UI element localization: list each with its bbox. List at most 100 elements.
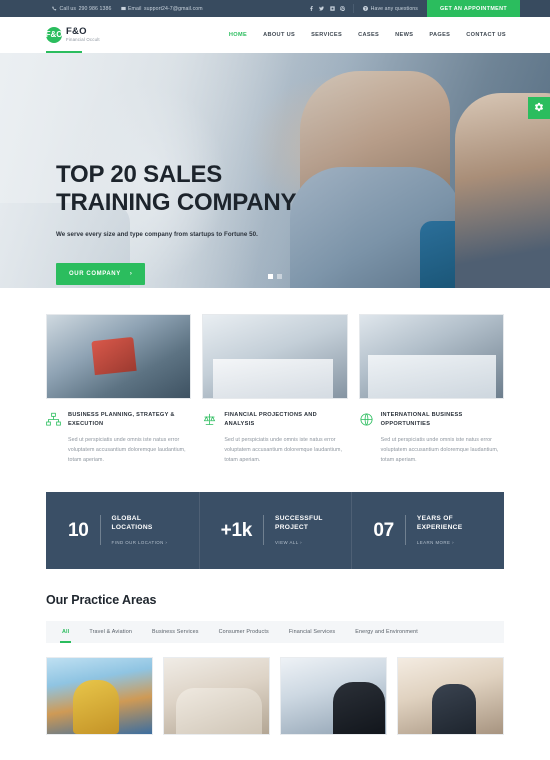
nav-item-news[interactable]: NEWS [395, 32, 413, 38]
hero-slider-dots [268, 274, 282, 279]
stat-label-line-1: YEARS OF [416, 515, 453, 523]
social-links [301, 0, 354, 17]
stat-divider [263, 515, 265, 546]
logo-accent-underline [46, 51, 82, 53]
logo-mark-icon: F&O [46, 27, 62, 43]
have-questions-label: Have any questions [370, 5, 418, 12]
view-all-link[interactable]: VIEW ALL › [275, 540, 323, 545]
service-image-business-planning [46, 314, 192, 399]
gear-icon [534, 99, 544, 117]
phone-icon [52, 6, 57, 11]
sitemap-icon [46, 411, 61, 427]
filter-financial-services[interactable]: Financial Services [289, 621, 335, 643]
our-company-button[interactable]: OUR COMPANY › [56, 263, 146, 286]
learn-more-link[interactable]: LEARN MORE › [417, 540, 463, 545]
stat-text: SUCCESSFUL PROJECT VIEW ALL › [275, 515, 323, 545]
gallery-item-construction-worker[interactable] [46, 656, 153, 735]
stat-label-line-1: GLOBAL [111, 515, 142, 523]
top-bar: Call us 290 986 1386 Email support24-7@g… [0, 0, 550, 17]
stat-number: +1k [220, 519, 253, 541]
service-card[interactable]: FINANCIAL PROJECTIONS AND ANALYSIS Sed u… [202, 314, 348, 466]
hero-subtitle: We serve every size and type company fro… [56, 231, 258, 239]
hero-title-line-1: TOP 20 SALES [56, 161, 223, 188]
nav-item-about-us[interactable]: ABOUT US [263, 32, 295, 38]
filter-all[interactable]: All [59, 621, 72, 643]
nav-item-cases[interactable]: CASES [358, 32, 379, 38]
service-body: Sed ut perspiciatis unde omnis iste natu… [380, 437, 499, 463]
gallery-item-businessman-and-woman[interactable] [280, 656, 387, 735]
hero-content: TOP 20 SALES TRAINING COMPANY We serve e… [56, 161, 297, 286]
scales-icon [202, 411, 217, 427]
stat-number: 10 [68, 519, 89, 541]
top-bar-tail [520, 0, 550, 17]
get-appointment-button[interactable]: GET AN APPOINTMENT [427, 0, 520, 17]
practice-areas-title: Our Practice Areas [46, 592, 157, 607]
globe-icon [359, 411, 374, 427]
filter-energy-and-environment[interactable]: Energy and Environment [355, 621, 418, 643]
instagram-icon[interactable] [329, 6, 335, 11]
stat-label-line-2: PROJECT [275, 524, 309, 532]
envelope-icon [120, 6, 126, 11]
hero-slider-dot-1[interactable] [268, 274, 273, 279]
stat-years-experience: 07 YEARS OF EXPERIENCE LEARN MORE › [351, 491, 504, 569]
logo-tagline: Financial Occult [66, 37, 100, 43]
settings-toggle-button[interactable] [528, 97, 550, 119]
service-title: BUSINESS PLANNING, STRATEGY & EXECUTION [68, 412, 175, 427]
twitter-icon[interactable] [319, 6, 325, 11]
question-circle-icon [363, 6, 369, 11]
logo[interactable]: F&O F&O Financial Occult [46, 27, 100, 43]
stat-divider [404, 515, 406, 546]
top-bar-spacer [203, 0, 301, 17]
hero-slider-dot-2[interactable] [277, 274, 282, 279]
stat-successful-project: +1k SUCCESSFUL PROJECT VIEW ALL › [198, 491, 352, 569]
hero-slider: TOP 20 SALES TRAINING COMPANY We serve e… [0, 53, 550, 288]
practice-filter-bar: All Travel & Aviation Business Services … [46, 620, 504, 643]
service-card[interactable]: INTERNATIONAL BUSINESS OPPORTUNITIES Sed… [358, 314, 504, 466]
service-image-financial-projections [202, 314, 348, 399]
site-header: F&O F&O Financial Occult HOME ABOUT US S… [0, 17, 550, 53]
nav-item-pages[interactable]: PAGES [429, 32, 450, 38]
get-appointment-label: GET AN APPOINTMENT [440, 5, 507, 12]
nav-item-home[interactable]: HOME [229, 32, 247, 38]
phone-contact[interactable]: Call us 290 986 1386 [52, 6, 112, 12]
phone-label: Call us [59, 5, 77, 12]
gallery-item-two-men-meeting[interactable] [163, 656, 270, 735]
service-body: Sed ut perspiciatis unde omnis iste natu… [68, 437, 186, 463]
email-label: Email [128, 5, 142, 12]
stat-label-line-2: LOCATIONS [111, 524, 153, 532]
top-bar-actions: Have any questions GET AN APPOINTMENT [301, 0, 550, 17]
stat-text: GLOBAL LOCATIONS FIND OUR LOCATION › [112, 515, 168, 545]
practice-gallery [46, 656, 504, 735]
email-address: support24-7@gmail.com [143, 5, 203, 12]
stat-global-locations: 10 GLOBAL LOCATIONS FIND OUR LOCATION › [46, 492, 199, 569]
find-our-location-link[interactable]: FIND OUR LOCATION › [112, 540, 168, 545]
service-card[interactable]: BUSINESS PLANNING, STRATEGY & EXECUTION … [46, 314, 192, 466]
top-bar-contact-group: Call us 290 986 1386 Email support24-7@g… [0, 0, 203, 17]
service-title: INTERNATIONAL BUSINESS OPPORTUNITIES [380, 412, 463, 427]
service-body: Sed ut perspiciatis unde omnis iste natu… [224, 437, 342, 463]
service-card-head: FINANCIAL PROJECTIONS AND ANALYSIS [202, 411, 347, 428]
gallery-item-team-with-laptop[interactable] [397, 656, 504, 735]
filter-travel-aviation[interactable]: Travel & Aviation [89, 621, 132, 643]
chevron-right-icon: › [129, 271, 133, 278]
service-card-head: INTERNATIONAL BUSINESS OPPORTUNITIES [359, 411, 504, 428]
service-image-international-business [358, 314, 504, 399]
facebook-icon[interactable] [309, 6, 314, 11]
nav-item-contact-us[interactable]: CONTACT US [466, 32, 506, 38]
filter-consumer-products[interactable]: Consumer Products [219, 621, 269, 643]
stats-band: 10 GLOBAL LOCATIONS FIND OUR LOCATION › … [46, 491, 504, 569]
stat-number: 07 [373, 519, 394, 541]
logo-text: F&O Financial Occult [66, 27, 100, 42]
services-section: BUSINESS PLANNING, STRATEGY & EXECUTION … [0, 288, 550, 466]
main-navigation: HOME ABOUT US SERVICES CASES NEWS PAGES … [229, 32, 506, 38]
stat-text: YEARS OF EXPERIENCE LEARN MORE › [417, 515, 463, 545]
pinterest-icon[interactable] [340, 6, 346, 11]
filter-business-services[interactable]: Business Services [152, 621, 199, 643]
stat-label-line-2: EXPERIENCE [416, 524, 463, 532]
email-contact[interactable]: Email support24-7@gmail.com [120, 5, 203, 12]
phone-number: 290 986 1386 [78, 5, 112, 12]
nav-item-services[interactable]: SERVICES [311, 32, 342, 38]
have-questions-link[interactable]: Have any questions [354, 0, 427, 17]
our-company-label: OUR COMPANY [69, 271, 121, 278]
logo-name: F&O [66, 26, 87, 38]
